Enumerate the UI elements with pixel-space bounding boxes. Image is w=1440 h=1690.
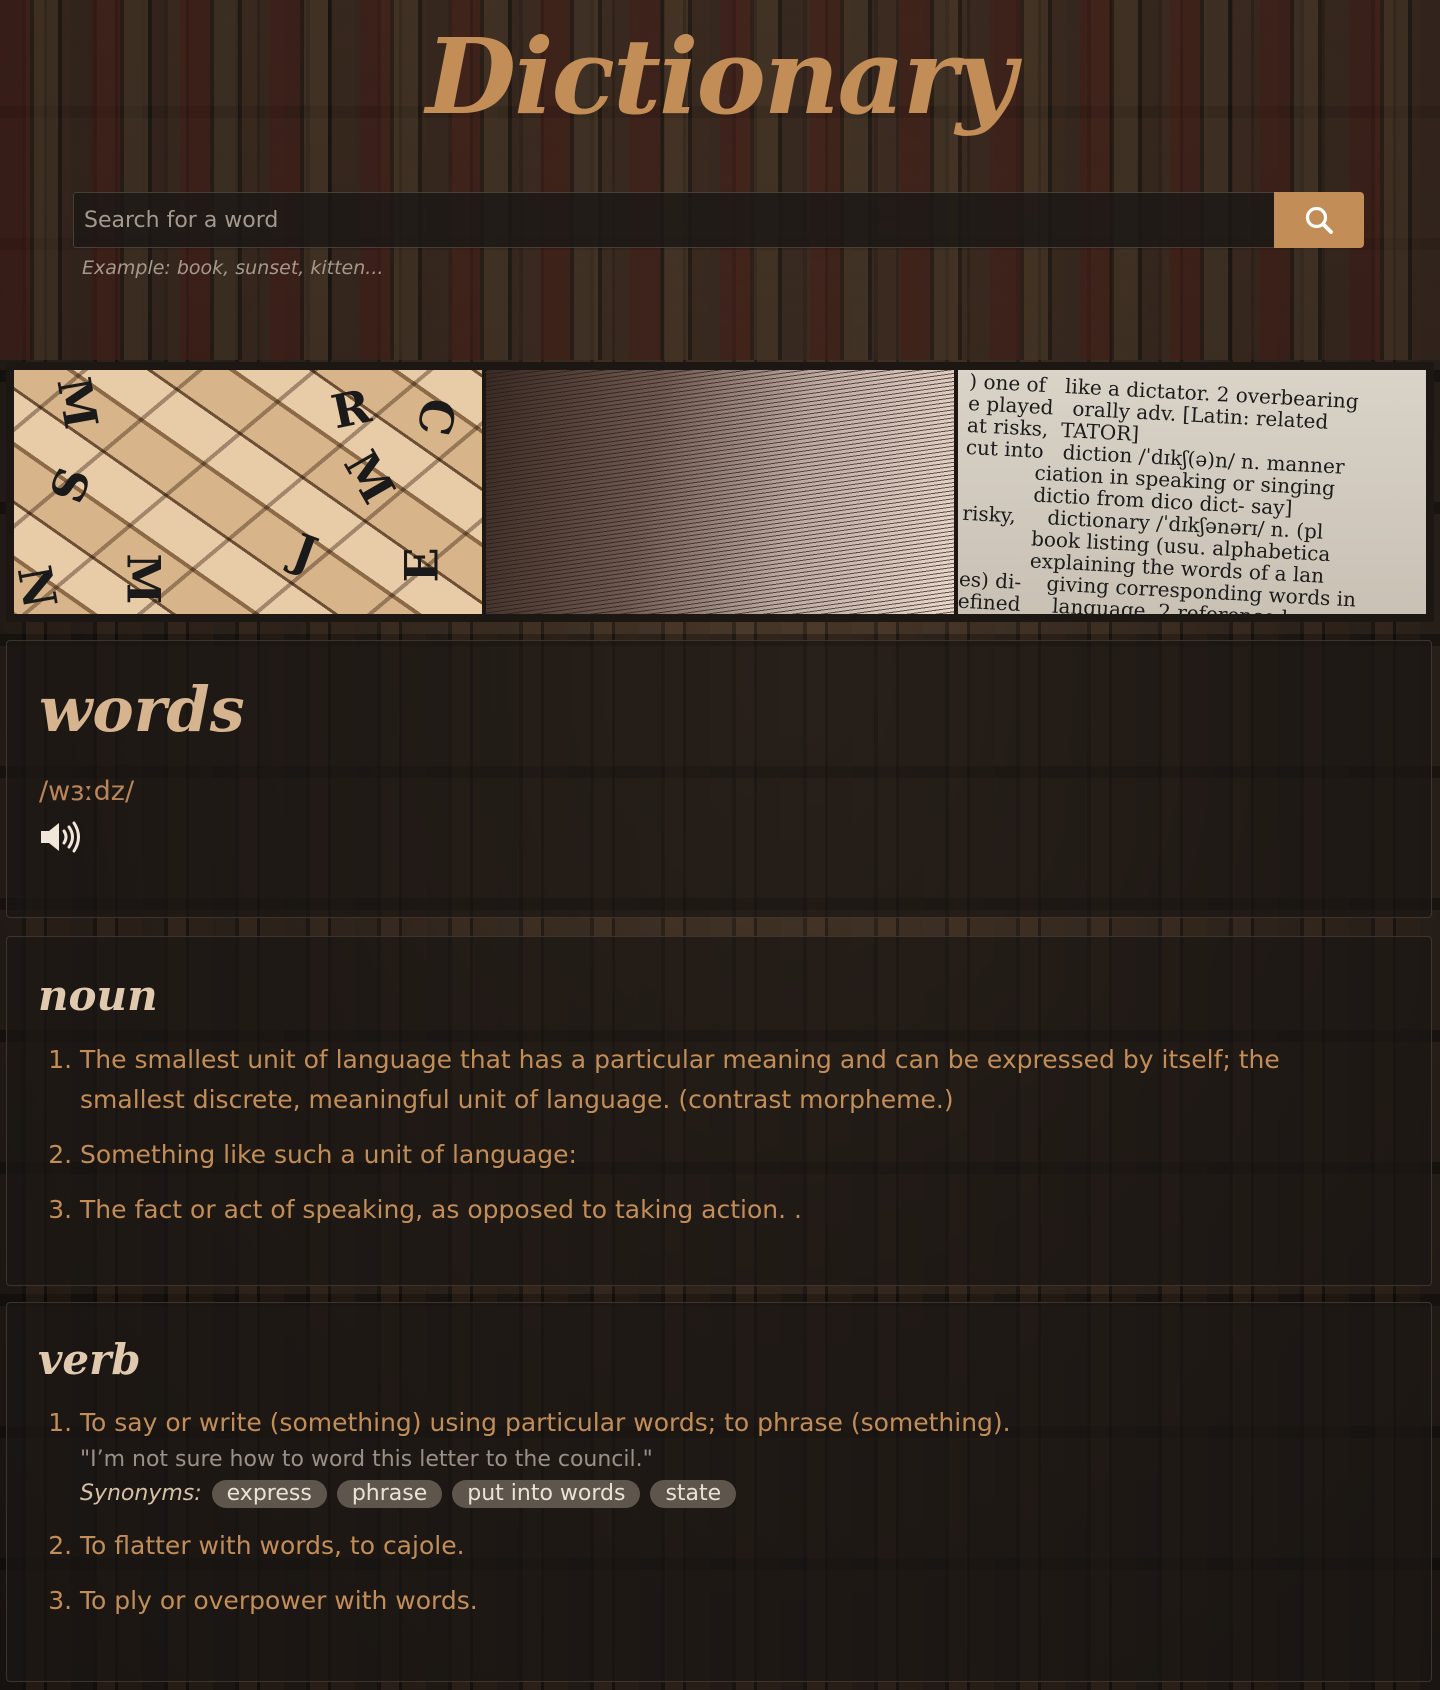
noun-panel: noun The smallest unit of language that … (6, 936, 1432, 1286)
dictionary-page-text: ) one of like a dictator. 2 overbearing … (958, 370, 1360, 614)
search-example-hint: Example: book, sunset, kitten... (82, 257, 384, 279)
synonym-chip[interactable]: state (650, 1480, 737, 1508)
definition-item: Something like such a unit of language: (80, 1135, 1380, 1175)
definition-text: To ply or overpower with words. (80, 1586, 478, 1615)
image-gallery: M R C S M J M E N ) one of like a dictat… (6, 362, 1434, 622)
phonetic-text: /wɜːdz/ (39, 776, 135, 807)
search-icon (1305, 206, 1333, 234)
synonym-chip[interactable]: phrase (336, 1480, 443, 1508)
definition-item: The fact or act of speaking, as opposed … (80, 1190, 1380, 1230)
definition-item: To ply or overpower with words. (80, 1581, 1380, 1621)
tile-letter: R (326, 378, 376, 440)
tile-letter: S (39, 460, 102, 510)
definition-list: To say or write (something) using partic… (42, 1403, 1380, 1636)
tile-letter: M (46, 373, 109, 433)
synonyms-label: Synonyms: (80, 1481, 202, 1506)
synonym-chip[interactable]: express (211, 1480, 327, 1508)
tile-letter: N (14, 561, 68, 613)
example-quote: "I’m not sure how to word this letter to… (80, 1447, 653, 1472)
definition-list: The smallest unit of language that has a… (42, 1040, 1380, 1245)
search-bar (73, 192, 1364, 248)
dictionary-page-image: ) one of like a dictator. 2 overbearing … (958, 370, 1426, 614)
word-panel: words /wɜːdz/ (6, 640, 1432, 918)
synonym-chip[interactable]: put into words (452, 1480, 641, 1508)
definition-text: The fact or act of speaking, as opposed … (80, 1195, 802, 1224)
definition-item: The smallest unit of language that has a… (80, 1040, 1380, 1120)
search-button[interactable] (1274, 192, 1364, 248)
speaker-icon[interactable] (39, 820, 83, 854)
app-title: Dictionary (425, 15, 1016, 138)
tile-letter: M (116, 553, 171, 605)
scrabble-tiles-image: M R C S M J M E N (14, 370, 482, 614)
tile-letter: C (406, 394, 467, 440)
synonyms-row: Synonyms: express phrase put into words … (80, 1477, 1380, 1511)
verb-panel: verb To say or write (something) using p… (6, 1302, 1432, 1682)
part-of-speech-heading: noun (38, 971, 158, 1020)
tile-letter: M (333, 441, 406, 513)
word-heading: words (39, 673, 245, 746)
definition-item: To flatter with words, to cajole. (80, 1526, 1380, 1566)
definition-text: The smallest unit of language that has a… (80, 1045, 1280, 1114)
definition-item: To say or write (something) using partic… (80, 1403, 1380, 1511)
tile-letter: J (285, 522, 325, 582)
tile-letter: E (394, 547, 449, 583)
definition-text: Something like such a unit of language: (80, 1140, 577, 1169)
search-input[interactable] (73, 192, 1274, 248)
part-of-speech-heading: verb (38, 1335, 141, 1384)
printed-text-image (486, 370, 954, 614)
definition-text: To flatter with words, to cajole. (80, 1531, 465, 1560)
definition-text: To say or write (something) using partic… (80, 1408, 1011, 1437)
